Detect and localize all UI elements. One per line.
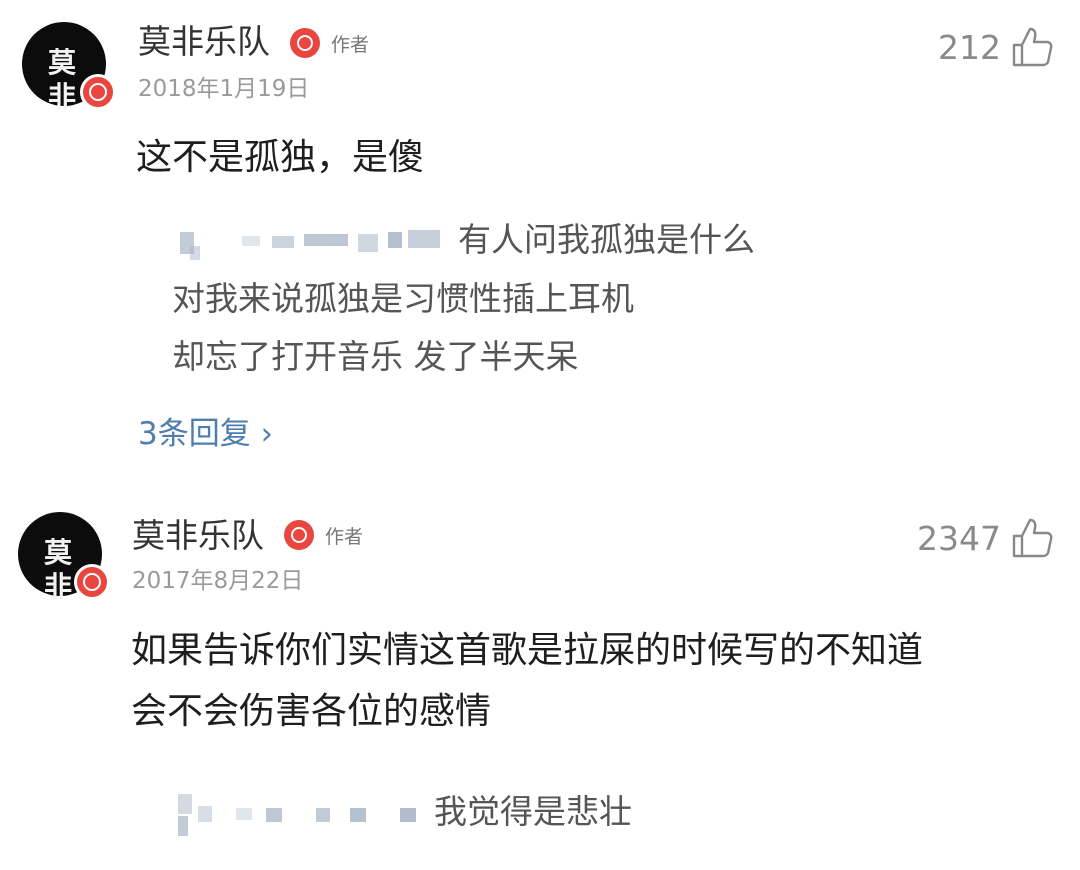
like-count[interactable]: 2347 [861, 519, 1001, 559]
author-tag: 作者 [325, 526, 364, 548]
comment-date: 2017年8月22日 [132, 568, 304, 594]
avatar[interactable]: 莫 非 [18, 512, 110, 603]
verified-icon [284, 520, 314, 550]
comment-text-line: 如果告诉你们实情这首歌是拉屎的时候写的不知道 [131, 630, 924, 671]
reply-text: 我觉得是悲壮 [434, 792, 632, 831]
username[interactable]: 莫非乐队 [132, 516, 264, 556]
comment-item: 莫 非 莫非乐队 作者 2017年8月22日 2347 如果告诉你们实情这首歌是… [0, 0, 1080, 870]
blurred-username [172, 790, 434, 838]
comment-text-line: 会不会伤害各位的感情 [131, 691, 492, 732]
avatar-badge-icon [74, 564, 110, 600]
thumbs-up-icon[interactable] [1010, 516, 1054, 560]
reply-line: 我觉得是悲壮 [172, 783, 632, 841]
